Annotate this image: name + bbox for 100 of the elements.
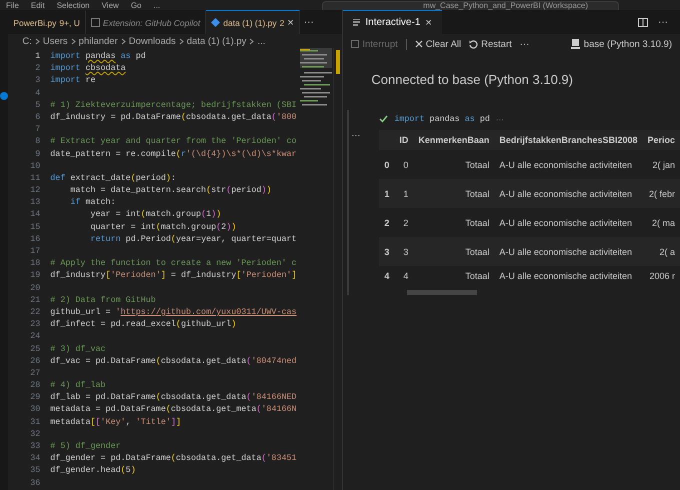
line-number: 26 [30, 354, 40, 367]
chevron-icon [249, 38, 254, 44]
line-number: 21 [30, 294, 40, 306]
split-editor-icon[interactable] [638, 18, 648, 26]
breadcrumb-item[interactable]: C: [22, 36, 32, 46]
code-line: github_url = 'https://github.com/yuxu0311/UWV-cas [50, 306, 298, 318]
tab-label: data (1) (1).py [223, 18, 277, 28]
menu-item[interactable]: Edit [30, 2, 45, 10]
menu-item[interactable]: Go [130, 2, 142, 10]
table-cell: 3 [394, 237, 414, 266]
line-number: 34 [30, 452, 40, 464]
table-cell: 2( febr [642, 179, 680, 208]
interactive-tab[interactable]: Interactive-1 × [343, 10, 442, 34]
tab-label: Interactive-1 [365, 17, 420, 28]
code-line: match = date_pattern.search(str(period)) [69, 184, 272, 196]
line-number: 36 [30, 476, 40, 489]
code-line: date_pattern = re.compile(r'(\d{4})\s*(\d)\s*kwar [50, 148, 298, 160]
more-button[interactable]: ··· [300, 16, 318, 28]
more-button[interactable]: ··· [520, 38, 530, 50]
code-line: return pd.Period(year=year, quarter=quart [89, 232, 298, 245]
table-cell: A-U alle economische activiteiten [494, 237, 642, 266]
notification-badge-icon [0, 92, 8, 100]
column-header: BedrijfstakkenBranchesSBI2008 [494, 130, 642, 150]
output-more-button[interactable]: ··· [351, 130, 372, 295]
code-line: def extract_date(period): [50, 172, 177, 184]
menu-item[interactable]: Selection [56, 2, 90, 10]
table-cell: 2 [379, 208, 394, 237]
line-number: 28 [30, 379, 40, 392]
code-line: # Extract year and quarter from the 'Perioden' co [50, 135, 298, 148]
line-number: 32 [30, 428, 40, 440]
table-cell: 0 [394, 150, 414, 179]
breadcrumb-item[interactable]: Downloads [128, 36, 176, 46]
menu-item[interactable]: ... [153, 2, 160, 10]
menu-item[interactable]: View [102, 2, 119, 10]
table-cell: 2 [394, 208, 414, 237]
problem-count: 9+, U [59, 18, 80, 28]
table-cell: Totaal [413, 208, 494, 237]
breadcrumb-item[interactable]: Users [42, 36, 68, 46]
horizontal-scrollbar[interactable] [407, 290, 478, 295]
code-line: # 4) df_lab [50, 379, 107, 392]
close-icon [414, 40, 423, 48]
clear-all-button[interactable]: Clear All [414, 38, 462, 50]
code-line: # 5) df_gender [50, 440, 122, 452]
code-line: # 3) df_vac [50, 342, 107, 355]
check-icon [379, 115, 388, 123]
chevron-icon [178, 38, 184, 44]
code-line: df_lab = pd.DataFrame(cbsodata.get_data('84166NED [50, 391, 298, 404]
search-field[interactable]: mw_Case_Python_and_PowerBI (Workspace) [322, 1, 619, 10]
line-number: 22 [30, 306, 40, 318]
server-icon [570, 39, 580, 49]
code-line: df_vac = pd.DataFrame(cbsodata.get_data('80474ned [50, 354, 298, 367]
line-number: 30 [30, 403, 40, 416]
table-cell: 1 [394, 179, 414, 208]
stop-icon [351, 40, 360, 48]
line-number: 3 [35, 74, 40, 87]
column-header: ID [394, 130, 414, 150]
line-number: 11 [30, 172, 40, 184]
code-line: df_industry['Perioden'] = df_industry['Perioden'] [50, 269, 298, 282]
line-number: 35 [30, 464, 40, 477]
line-number: 15 [30, 220, 40, 233]
code-line: df_gender = pd.DataFrame(cbsodata.get_data('83451 [50, 452, 298, 464]
minimap-drawing [300, 48, 332, 108]
code-line: import cbsodata [50, 62, 127, 74]
more-button[interactable]: ··· [654, 16, 672, 28]
line-number: 18 [30, 257, 40, 270]
breadcrumb-item[interactable]: ... [257, 36, 266, 46]
code-line: # 2) Data from GitHub [50, 294, 157, 306]
breadcrumb-item[interactable]: philander [78, 36, 118, 46]
close-icon[interactable]: × [425, 16, 432, 28]
table-cell: Totaal [413, 179, 494, 208]
line-number: 4 [35, 86, 40, 99]
menu-item[interactable]: File [6, 2, 19, 10]
code-line: # Apply the function to create a new 'Perioden' c [50, 257, 298, 270]
tab-label: PowerBi.py [13, 18, 56, 28]
close-icon[interactable]: × [287, 16, 294, 28]
table-cell: 2( ma [642, 208, 680, 237]
table-cell: 3 [379, 237, 394, 266]
tab-label: Extension: GitHub Copilot [102, 18, 200, 28]
line-number: 10 [30, 160, 40, 172]
line-number: 23 [30, 318, 40, 330]
collapsed-code-ellipsis[interactable]: ··· [496, 114, 504, 124]
chevron-icon [34, 38, 40, 44]
code-line: # 1) Ziekteverzuimpercentage; bedrijfstakken (SBI [50, 98, 298, 111]
line-number: 19 [30, 269, 40, 282]
table-cell: 2( a [642, 237, 680, 266]
restart-button[interactable]: Restart [469, 38, 512, 50]
code-line: quarter = int(match.group(2)) [89, 220, 238, 233]
code-line: df_infect = pd.read_excel(github_url) [50, 318, 238, 330]
scrollbar-thumb[interactable] [336, 50, 340, 74]
restart-icon [469, 40, 478, 48]
line-number: 24 [30, 330, 40, 342]
line-number: 5 [35, 98, 40, 111]
code-line: df_industry = pd.DataFrame(cbsodata.get_data('800 [50, 110, 298, 124]
kernel-picker[interactable]: base (Python 3.10.9) [570, 38, 672, 50]
column-header: Perioc [642, 130, 680, 150]
python-file-icon [211, 18, 220, 27]
table-cell: 2( jan [642, 150, 680, 179]
editor-tab[interactable]: data (1) (1).py 2 × [206, 10, 300, 34]
breadcrumb-item[interactable]: data (1) (1).py [186, 36, 246, 46]
line-number: 7 [35, 123, 40, 136]
